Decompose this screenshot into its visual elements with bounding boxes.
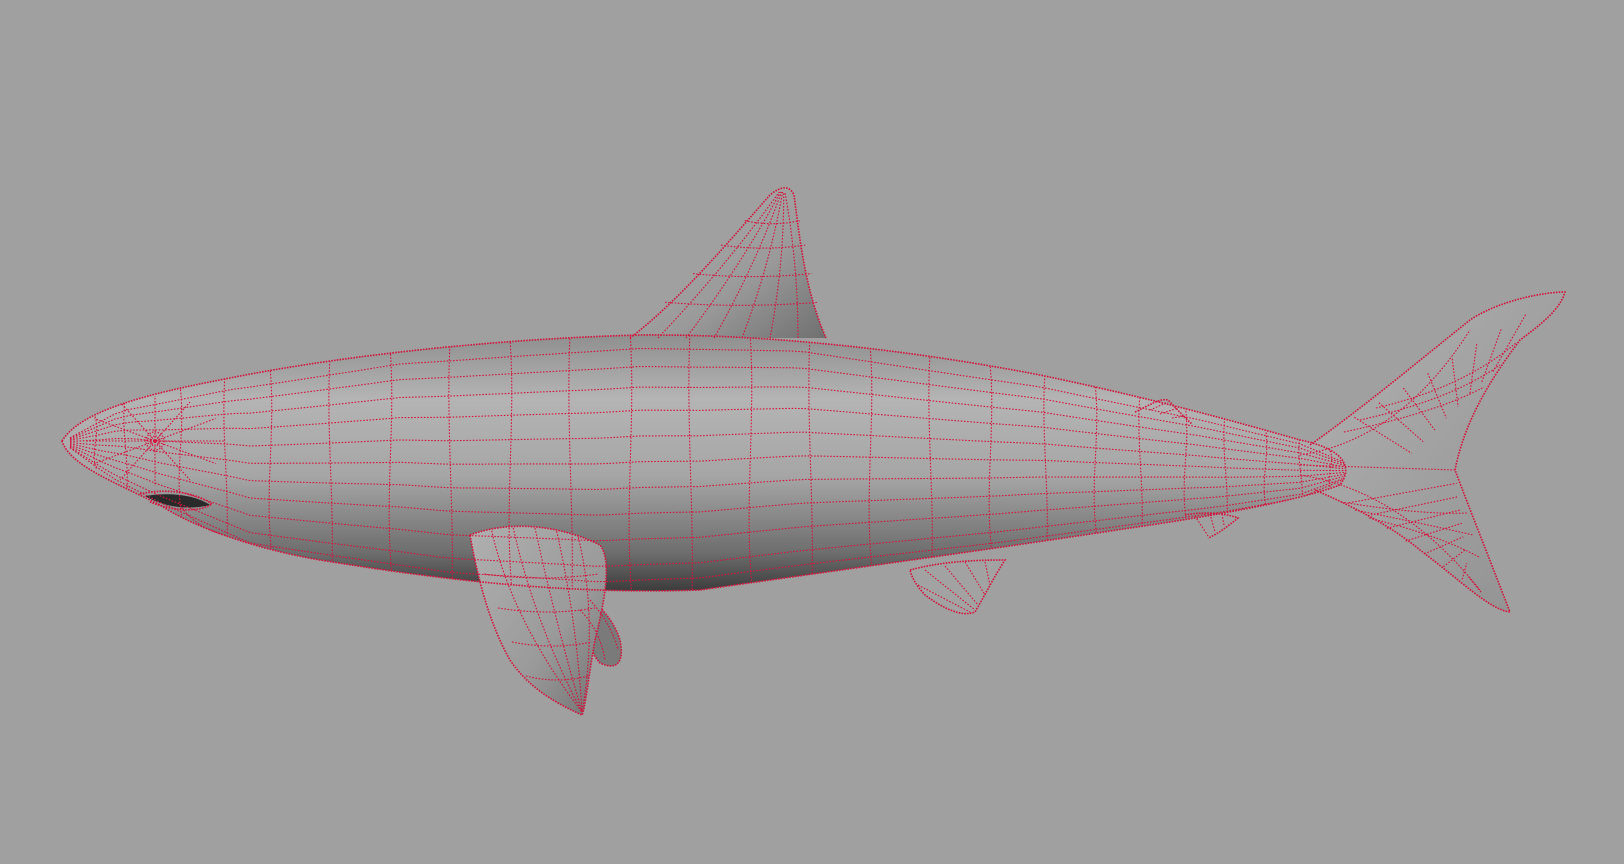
pelvic-fin[interactable] — [910, 560, 1005, 614]
3d-viewport[interactable] — [0, 0, 1624, 864]
dorsal-fin[interactable] — [630, 187, 826, 338]
viewport-canvas[interactable] — [0, 0, 1624, 864]
